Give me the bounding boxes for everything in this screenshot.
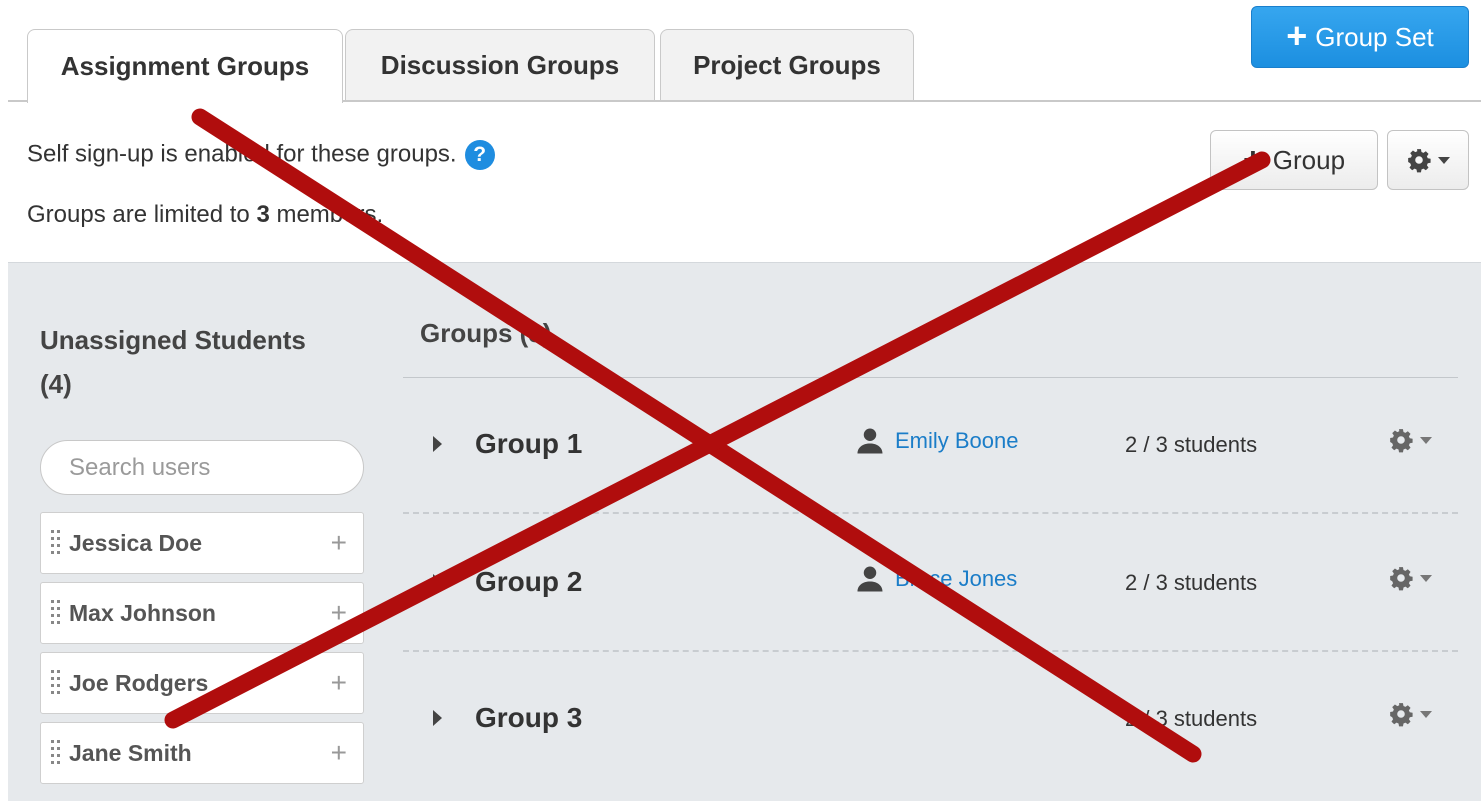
group-name: Group 3 [475,702,583,733]
add-group-set-button[interactable]: + Group Set [1251,6,1469,68]
group-settings-button[interactable] [1388,427,1432,453]
limit-suffix: members. [269,201,384,228]
student-name: Joe Rodgers [69,669,209,696]
group-settings-button[interactable] [1388,565,1432,591]
add-group-set-label: Group Set [1315,21,1434,52]
chevron-down-icon [1420,710,1432,718]
gear-icon [1408,149,1431,173]
member-limit-notice: Groups are limited to 3 members. [27,201,383,229]
tab-discussion-groups[interactable]: Discussion Groups [345,29,655,101]
group-member-count: 2 / 3 students [1125,570,1258,595]
limit-number: 3 [256,201,270,228]
group-set-settings-button[interactable] [1387,130,1469,190]
caret-right-icon[interactable] [433,710,442,726]
chevron-down-icon [1420,436,1432,444]
student-item[interactable]: Joe Rodgers + [40,652,364,714]
drag-handle-icon[interactable] [51,670,61,696]
chevron-down-icon [1438,156,1450,164]
student-name: Jane Smith [69,739,192,766]
caret-right-icon[interactable] [433,574,442,590]
student-item[interactable]: Max Johnson + [40,582,364,644]
group-member-count: 2 / 3 students [1125,706,1258,731]
unassigned-count: (4) [40,369,72,399]
unassigned-students-heading: Unassigned Students (4) [40,318,380,406]
limit-prefix: Groups are limited to [27,201,257,228]
add-group-button[interactable]: + Group [1210,130,1378,190]
plus-icon[interactable]: + [331,667,347,699]
group-leader: Bruce Jones [855,564,1017,594]
unassigned-title-text: Unassigned Students [40,325,306,355]
user-icon [857,428,883,454]
group-leader: Emily Boone [855,426,1019,456]
gear-icon [1390,703,1413,727]
drag-handle-icon[interactable] [51,740,61,766]
gear-icon [1390,567,1413,591]
student-item[interactable]: Jane Smith + [40,722,364,784]
plus-icon[interactable]: + [331,597,347,629]
self-signup-notice: Self sign-up is enabled for these groups… [27,140,495,170]
drag-handle-icon[interactable] [51,530,61,556]
group-settings-button[interactable] [1388,701,1432,727]
group-leader-link[interactable]: Bruce Jones [895,566,1017,592]
plus-icon: + [1286,14,1308,56]
group-name: Group 1 [475,428,583,459]
tab-project-groups[interactable]: Project Groups [660,29,914,101]
group-row[interactable]: Group 1 Emily Boone 2 / 3 students [403,378,1458,514]
chevron-down-icon [1420,574,1432,582]
group-row[interactable]: Group 3 2 / 3 students [403,652,1458,788]
groups-heading: Groups (3) [420,318,552,348]
gear-icon [1390,429,1413,453]
drag-handle-icon[interactable] [51,600,61,626]
plus-icon[interactable]: + [331,527,347,559]
group-member-count: 2 / 3 students [1125,432,1258,457]
group-name: Group 2 [475,566,583,597]
plus-icon[interactable]: + [331,737,347,769]
search-users-input[interactable] [40,440,364,495]
student-item[interactable]: Jessica Doe + [40,512,364,574]
plus-icon: + [1242,141,1263,179]
student-name: Max Johnson [69,599,216,626]
user-icon [857,566,883,592]
group-leader-link[interactable]: Emily Boone [895,428,1019,454]
tab-assignment-groups[interactable]: Assignment Groups [27,29,343,103]
caret-right-icon[interactable] [433,436,442,452]
question-circle-icon[interactable]: ? [464,140,495,170]
self-signup-text: Self sign-up is enabled for these groups… [27,140,457,168]
group-row[interactable]: Group 2 Bruce Jones 2 / 3 students [403,516,1458,652]
add-group-label: Group [1272,144,1346,175]
student-name: Jessica Doe [69,529,202,556]
